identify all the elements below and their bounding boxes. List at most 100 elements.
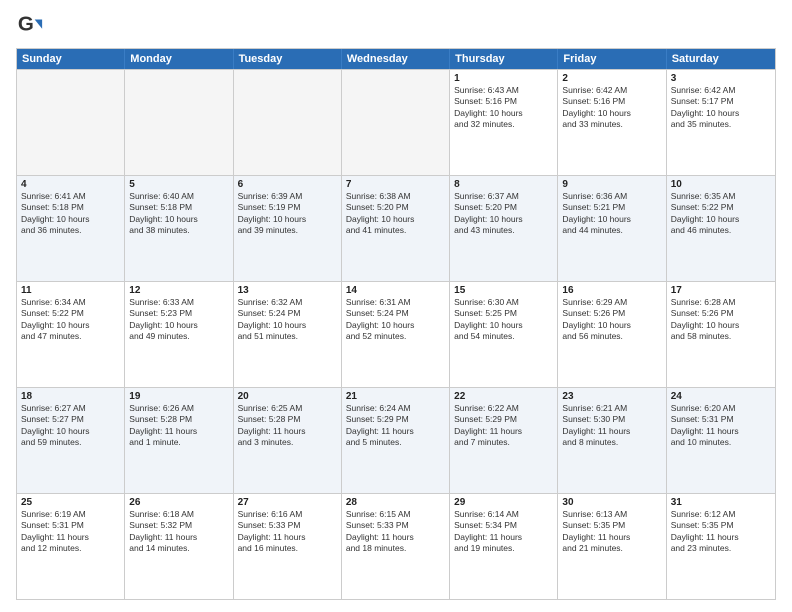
day-info: Sunrise: 6:39 AM Sunset: 5:19 PM Dayligh…	[238, 191, 337, 237]
day-cell-3: 3Sunrise: 6:42 AM Sunset: 5:17 PM Daylig…	[667, 70, 775, 175]
day-number: 10	[671, 179, 771, 190]
day-info: Sunrise: 6:40 AM Sunset: 5:18 PM Dayligh…	[129, 191, 228, 237]
day-info: Sunrise: 6:32 AM Sunset: 5:24 PM Dayligh…	[238, 297, 337, 343]
day-cell-22: 22Sunrise: 6:22 AM Sunset: 5:29 PM Dayli…	[450, 388, 558, 493]
day-info: Sunrise: 6:38 AM Sunset: 5:20 PM Dayligh…	[346, 191, 445, 237]
day-info: Sunrise: 6:35 AM Sunset: 5:22 PM Dayligh…	[671, 191, 771, 237]
day-cell-12: 12Sunrise: 6:33 AM Sunset: 5:23 PM Dayli…	[125, 282, 233, 387]
day-number: 13	[238, 285, 337, 296]
week-row-2: 4Sunrise: 6:41 AM Sunset: 5:18 PM Daylig…	[17, 175, 775, 281]
week-row-5: 25Sunrise: 6:19 AM Sunset: 5:31 PM Dayli…	[17, 493, 775, 599]
day-info: Sunrise: 6:21 AM Sunset: 5:30 PM Dayligh…	[562, 403, 661, 449]
day-cell-31: 31Sunrise: 6:12 AM Sunset: 5:35 PM Dayli…	[667, 494, 775, 599]
day-number: 14	[346, 285, 445, 296]
header-day-wednesday: Wednesday	[342, 49, 450, 69]
week-row-1: 1Sunrise: 6:43 AM Sunset: 5:16 PM Daylig…	[17, 69, 775, 175]
svg-text:G: G	[18, 13, 34, 36]
logo-icon: G	[16, 12, 44, 40]
day-number: 9	[562, 179, 661, 190]
day-info: Sunrise: 6:14 AM Sunset: 5:34 PM Dayligh…	[454, 509, 553, 555]
day-number: 29	[454, 497, 553, 508]
day-cell-17: 17Sunrise: 6:28 AM Sunset: 5:26 PM Dayli…	[667, 282, 775, 387]
day-number: 30	[562, 497, 661, 508]
day-cell-29: 29Sunrise: 6:14 AM Sunset: 5:34 PM Dayli…	[450, 494, 558, 599]
day-info: Sunrise: 6:42 AM Sunset: 5:16 PM Dayligh…	[562, 85, 661, 131]
day-cell-26: 26Sunrise: 6:18 AM Sunset: 5:32 PM Dayli…	[125, 494, 233, 599]
day-info: Sunrise: 6:22 AM Sunset: 5:29 PM Dayligh…	[454, 403, 553, 449]
day-cell-7: 7Sunrise: 6:38 AM Sunset: 5:20 PM Daylig…	[342, 176, 450, 281]
day-number: 23	[562, 391, 661, 402]
header-day-thursday: Thursday	[450, 49, 558, 69]
day-number: 31	[671, 497, 771, 508]
page: G SundayMondayTuesdayWednesdayThursdayFr…	[0, 0, 792, 612]
day-cell-24: 24Sunrise: 6:20 AM Sunset: 5:31 PM Dayli…	[667, 388, 775, 493]
day-number: 7	[346, 179, 445, 190]
day-number: 18	[21, 391, 120, 402]
day-info: Sunrise: 6:15 AM Sunset: 5:33 PM Dayligh…	[346, 509, 445, 555]
day-number: 19	[129, 391, 228, 402]
day-cell-18: 18Sunrise: 6:27 AM Sunset: 5:27 PM Dayli…	[17, 388, 125, 493]
empty-cell	[17, 70, 125, 175]
day-number: 5	[129, 179, 228, 190]
day-number: 27	[238, 497, 337, 508]
day-info: Sunrise: 6:26 AM Sunset: 5:28 PM Dayligh…	[129, 403, 228, 449]
day-number: 26	[129, 497, 228, 508]
day-cell-15: 15Sunrise: 6:30 AM Sunset: 5:25 PM Dayli…	[450, 282, 558, 387]
day-number: 15	[454, 285, 553, 296]
day-info: Sunrise: 6:42 AM Sunset: 5:17 PM Dayligh…	[671, 85, 771, 131]
day-info: Sunrise: 6:27 AM Sunset: 5:27 PM Dayligh…	[21, 403, 120, 449]
day-info: Sunrise: 6:29 AM Sunset: 5:26 PM Dayligh…	[562, 297, 661, 343]
day-cell-13: 13Sunrise: 6:32 AM Sunset: 5:24 PM Dayli…	[234, 282, 342, 387]
day-cell-1: 1Sunrise: 6:43 AM Sunset: 5:16 PM Daylig…	[450, 70, 558, 175]
day-cell-9: 9Sunrise: 6:36 AM Sunset: 5:21 PM Daylig…	[558, 176, 666, 281]
day-number: 12	[129, 285, 228, 296]
day-number: 22	[454, 391, 553, 402]
day-cell-8: 8Sunrise: 6:37 AM Sunset: 5:20 PM Daylig…	[450, 176, 558, 281]
day-info: Sunrise: 6:13 AM Sunset: 5:35 PM Dayligh…	[562, 509, 661, 555]
day-number: 1	[454, 73, 553, 84]
day-cell-4: 4Sunrise: 6:41 AM Sunset: 5:18 PM Daylig…	[17, 176, 125, 281]
calendar: SundayMondayTuesdayWednesdayThursdayFrid…	[16, 48, 776, 600]
day-info: Sunrise: 6:34 AM Sunset: 5:22 PM Dayligh…	[21, 297, 120, 343]
day-number: 20	[238, 391, 337, 402]
day-number: 21	[346, 391, 445, 402]
day-info: Sunrise: 6:33 AM Sunset: 5:23 PM Dayligh…	[129, 297, 228, 343]
header: G	[16, 12, 776, 40]
empty-cell	[125, 70, 233, 175]
day-cell-21: 21Sunrise: 6:24 AM Sunset: 5:29 PM Dayli…	[342, 388, 450, 493]
day-cell-14: 14Sunrise: 6:31 AM Sunset: 5:24 PM Dayli…	[342, 282, 450, 387]
day-info: Sunrise: 6:28 AM Sunset: 5:26 PM Dayligh…	[671, 297, 771, 343]
day-info: Sunrise: 6:37 AM Sunset: 5:20 PM Dayligh…	[454, 191, 553, 237]
day-number: 25	[21, 497, 120, 508]
week-row-3: 11Sunrise: 6:34 AM Sunset: 5:22 PM Dayli…	[17, 281, 775, 387]
day-number: 3	[671, 73, 771, 84]
day-cell-16: 16Sunrise: 6:29 AM Sunset: 5:26 PM Dayli…	[558, 282, 666, 387]
day-cell-10: 10Sunrise: 6:35 AM Sunset: 5:22 PM Dayli…	[667, 176, 775, 281]
day-info: Sunrise: 6:30 AM Sunset: 5:25 PM Dayligh…	[454, 297, 553, 343]
day-cell-27: 27Sunrise: 6:16 AM Sunset: 5:33 PM Dayli…	[234, 494, 342, 599]
day-info: Sunrise: 6:36 AM Sunset: 5:21 PM Dayligh…	[562, 191, 661, 237]
day-cell-25: 25Sunrise: 6:19 AM Sunset: 5:31 PM Dayli…	[17, 494, 125, 599]
day-info: Sunrise: 6:25 AM Sunset: 5:28 PM Dayligh…	[238, 403, 337, 449]
day-number: 11	[21, 285, 120, 296]
day-cell-23: 23Sunrise: 6:21 AM Sunset: 5:30 PM Dayli…	[558, 388, 666, 493]
day-info: Sunrise: 6:43 AM Sunset: 5:16 PM Dayligh…	[454, 85, 553, 131]
day-cell-6: 6Sunrise: 6:39 AM Sunset: 5:19 PM Daylig…	[234, 176, 342, 281]
day-number: 2	[562, 73, 661, 84]
week-row-4: 18Sunrise: 6:27 AM Sunset: 5:27 PM Dayli…	[17, 387, 775, 493]
day-info: Sunrise: 6:16 AM Sunset: 5:33 PM Dayligh…	[238, 509, 337, 555]
day-cell-19: 19Sunrise: 6:26 AM Sunset: 5:28 PM Dayli…	[125, 388, 233, 493]
header-day-saturday: Saturday	[667, 49, 775, 69]
day-info: Sunrise: 6:18 AM Sunset: 5:32 PM Dayligh…	[129, 509, 228, 555]
day-cell-11: 11Sunrise: 6:34 AM Sunset: 5:22 PM Dayli…	[17, 282, 125, 387]
calendar-header: SundayMondayTuesdayWednesdayThursdayFrid…	[17, 49, 775, 69]
header-day-tuesday: Tuesday	[234, 49, 342, 69]
day-info: Sunrise: 6:41 AM Sunset: 5:18 PM Dayligh…	[21, 191, 120, 237]
day-number: 6	[238, 179, 337, 190]
day-number: 4	[21, 179, 120, 190]
day-number: 8	[454, 179, 553, 190]
calendar-body: 1Sunrise: 6:43 AM Sunset: 5:16 PM Daylig…	[17, 69, 775, 599]
day-info: Sunrise: 6:19 AM Sunset: 5:31 PM Dayligh…	[21, 509, 120, 555]
empty-cell	[234, 70, 342, 175]
day-info: Sunrise: 6:31 AM Sunset: 5:24 PM Dayligh…	[346, 297, 445, 343]
